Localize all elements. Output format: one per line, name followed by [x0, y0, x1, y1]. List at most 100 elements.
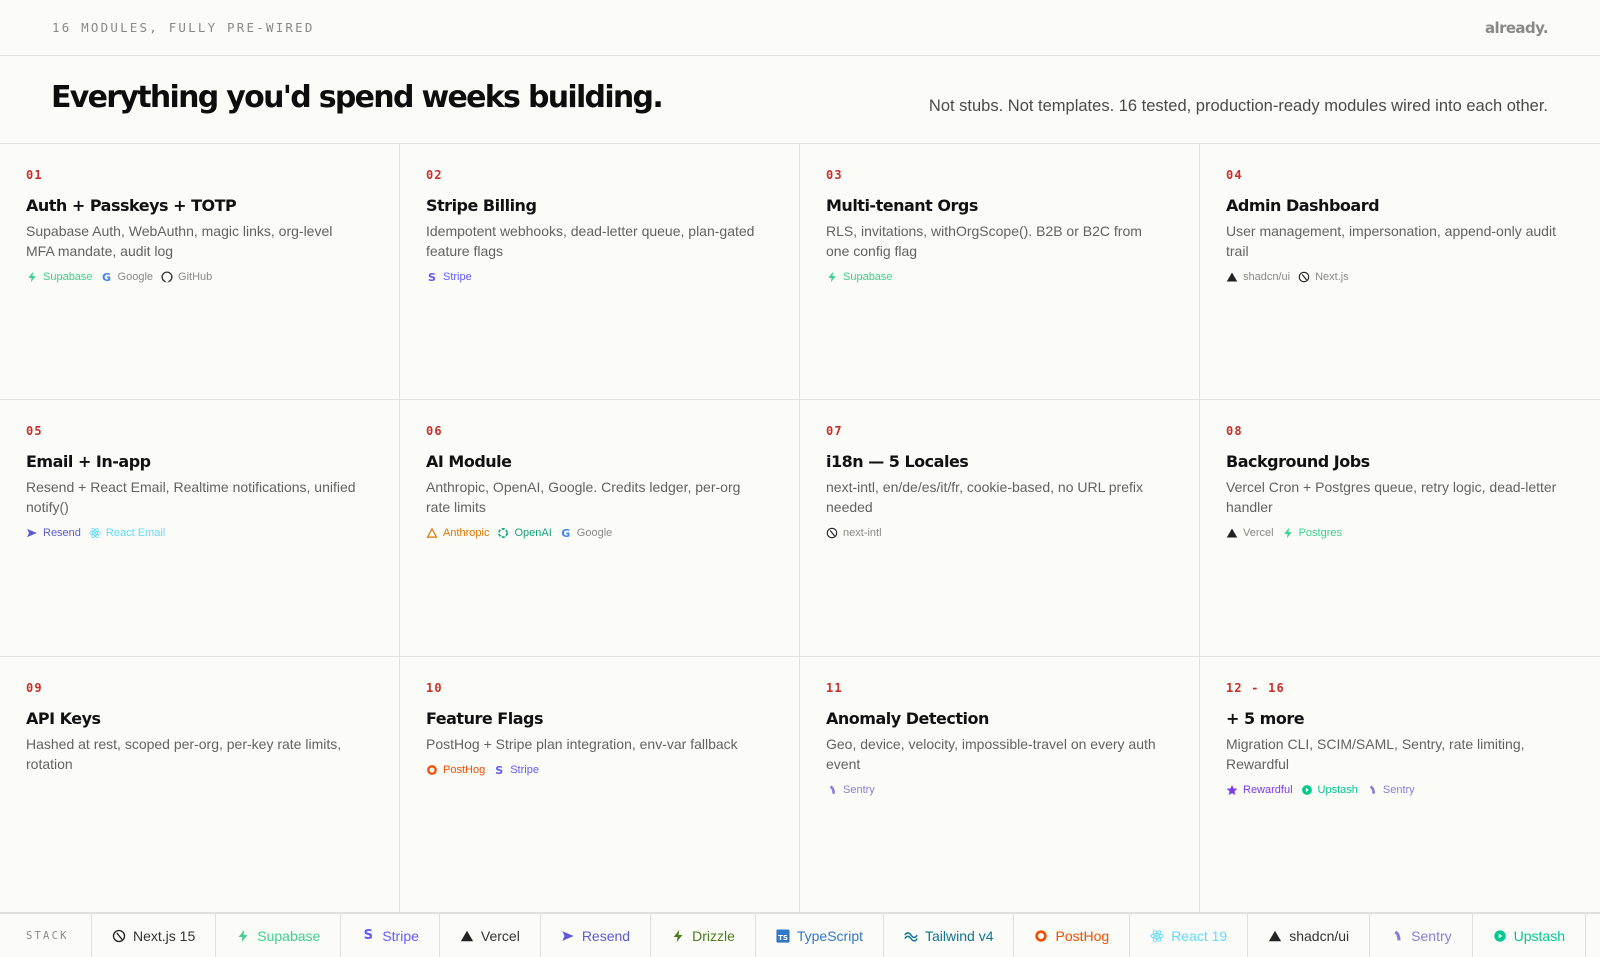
stack-chip[interactable]: Tailwind v4	[884, 914, 1015, 957]
stack-chip[interactable]: S Stripe	[341, 914, 440, 957]
tech-tag: PostHog	[426, 764, 485, 776]
upstash-icon	[1493, 929, 1507, 943]
module-title: Auth + Passkeys + TOTP	[26, 196, 237, 215]
module-card[interactable]: 01 Auth + Passkeys + TOTP Supabase Auth, W…	[0, 144, 400, 400]
module-card[interactable]: 02 Stripe Billing Idempotent webhooks, dea…	[400, 144, 800, 400]
tailwind-icon	[904, 929, 918, 943]
module-description: Anthropic, OpenAI, Google. Credits ledge…	[426, 479, 741, 515]
stack-chip[interactable]: Next.js 15	[92, 914, 217, 957]
module-description: Hashed at rest, scoped per-org, per-key …	[26, 736, 342, 772]
google-icon: G	[561, 526, 571, 540]
triangle-icon	[1226, 527, 1238, 539]
nextjs-icon	[112, 929, 126, 943]
bolt-icon	[26, 271, 38, 283]
tech-tag-label: Sentry	[1382, 784, 1415, 796]
page-title: Everything you'd spend weeks building.	[51, 80, 664, 115]
triangle-icon	[1226, 271, 1238, 283]
module-number: 12 - 16	[1226, 681, 1285, 695]
stripe-icon: S	[363, 928, 373, 943]
module-card[interactable]: 08 Background Jobs Vercel Cron + Postgres …	[1200, 400, 1600, 657]
module-title: Email + In-app	[26, 452, 151, 471]
tech-tag-label: Google	[117, 271, 154, 283]
tech-tag-label: Upstash	[1317, 784, 1358, 796]
tech-tag: Rewardful	[1226, 784, 1293, 796]
stack-chip-partial[interactable]	[1586, 914, 1600, 957]
module-title: Multi-tenant Orgs	[826, 196, 978, 215]
tech-tag: Sentry	[1366, 784, 1415, 796]
stack-chip[interactable]: TS TypeScript	[756, 914, 884, 957]
bolt-icon	[1282, 527, 1294, 539]
tech-tag: G Google	[101, 271, 153, 283]
stack-chip[interactable]: shadcn/ui	[1248, 914, 1371, 957]
stack-chip[interactable]: Sentry	[1370, 914, 1473, 957]
top-bar: 16 MODULES, FULLY PRE-WIRED already.	[0, 0, 1600, 56]
tech-tag-label: Vercel	[1243, 527, 1274, 539]
bolt-icon	[236, 929, 250, 943]
module-title: Admin Dashboard	[1226, 196, 1380, 215]
module-description: PostHog + Stripe plan integration, env-v…	[426, 736, 738, 752]
stack-chip-label: Upstash	[1513, 927, 1565, 944]
module-description: Migration CLI, SCIM/SAML, Sentry, rate l…	[1226, 736, 1525, 772]
tech-tag-label: Anthropic	[443, 527, 490, 539]
stack-chip[interactable]: Resend	[541, 914, 652, 957]
module-number: 03	[826, 168, 843, 182]
module-number: 05	[26, 424, 43, 438]
module-card[interactable]: 09 API Keys Hashed at rest, scoped per-org…	[0, 657, 400, 913]
module-tags: Supabase G Google GitHub	[26, 271, 373, 283]
module-number: 08	[1226, 424, 1243, 438]
tech-tag-label: OpenAI	[514, 527, 552, 539]
stack-chip-label: React 19	[1171, 927, 1228, 944]
star-icon	[1226, 784, 1238, 796]
module-card[interactable]: 03 Multi-tenant Orgs RLS, invitations, wit…	[800, 144, 1200, 400]
modules-grid: 01 Auth + Passkeys + TOTP Supabase Auth, W…	[0, 144, 1600, 913]
module-card[interactable]: 11 Anomaly Detection Geo, device, velocity…	[800, 657, 1200, 913]
module-tags: Rewardful Upstash Sentry	[1226, 784, 1574, 796]
google-icon: G	[102, 270, 112, 284]
tech-tag-label: Supabase	[843, 271, 893, 283]
module-card[interactable]: 10 Feature Flags PostHog + Stripe plan int…	[400, 657, 800, 913]
brand-logo[interactable]: already.	[1485, 19, 1549, 37]
tech-tag: Anthropic	[426, 527, 489, 539]
module-card[interactable]: 04 Admin Dashboard User management, impers…	[1200, 144, 1600, 400]
module-tags: S Stripe	[426, 271, 773, 283]
tech-tag: Supabase	[26, 271, 93, 283]
stack-chip[interactable]: Vercel	[440, 914, 541, 957]
stack-chip[interactable]: Upstash	[1473, 914, 1586, 957]
tech-tag: shadcn/ui	[1226, 271, 1290, 283]
tech-tag: Upstash	[1301, 784, 1358, 796]
module-tags: PostHog S Stripe	[426, 764, 773, 776]
section-header: Everything you'd spend weeks building. N…	[0, 56, 1600, 144]
module-number: 06	[426, 424, 443, 438]
stack-chip-label: Sentry	[1411, 927, 1452, 944]
tech-tag: G Google	[560, 527, 612, 539]
module-description: User management, impersonation, append-o…	[1226, 223, 1556, 259]
stripe-icon: S	[495, 763, 504, 777]
module-card[interactable]: 12 - 16 + 5 more Migration CLI, SCIM/SAML,…	[1200, 657, 1600, 913]
tech-tag-label: Google	[576, 527, 613, 539]
module-tags: Vercel Postgres	[1226, 527, 1574, 539]
stack-chip-label: Resend	[581, 927, 631, 944]
bolt-icon	[826, 271, 838, 283]
stack-chip[interactable]: React 19	[1130, 914, 1249, 957]
stack-chip[interactable]: Supabase	[216, 914, 342, 957]
stack-chip-label: PostHog	[1055, 927, 1110, 944]
stack-chip[interactable]: Drizzle	[651, 914, 756, 957]
module-card[interactable]: 07 i18n — 5 Locales next-intl, en/de/es/it…	[800, 400, 1200, 657]
send-icon	[561, 929, 575, 943]
module-card[interactable]: 06 AI Module Anthropic, OpenAI, Google. Cr…	[400, 400, 800, 657]
typescript-icon: TS	[776, 928, 790, 943]
stripe-icon: S	[428, 270, 436, 284]
react-icon	[1150, 929, 1164, 943]
module-title: i18n — 5 Locales	[826, 452, 969, 471]
module-description: Geo, device, velocity, impossible-travel…	[826, 736, 1156, 772]
module-tags: Sentry	[826, 784, 1173, 796]
react-icon	[89, 527, 101, 539]
posthog-icon	[1034, 929, 1048, 943]
module-card[interactable]: 05 Email + In-app Resend + React Email, Re…	[0, 400, 400, 657]
tech-tag: Vercel	[1226, 527, 1274, 539]
module-title: Stripe Billing	[426, 196, 537, 215]
stack-chip[interactable]: PostHog	[1014, 914, 1131, 957]
tech-tag: Supabase	[826, 271, 893, 283]
tech-tag: Next.js	[1298, 271, 1349, 283]
module-number: 11	[826, 681, 843, 695]
